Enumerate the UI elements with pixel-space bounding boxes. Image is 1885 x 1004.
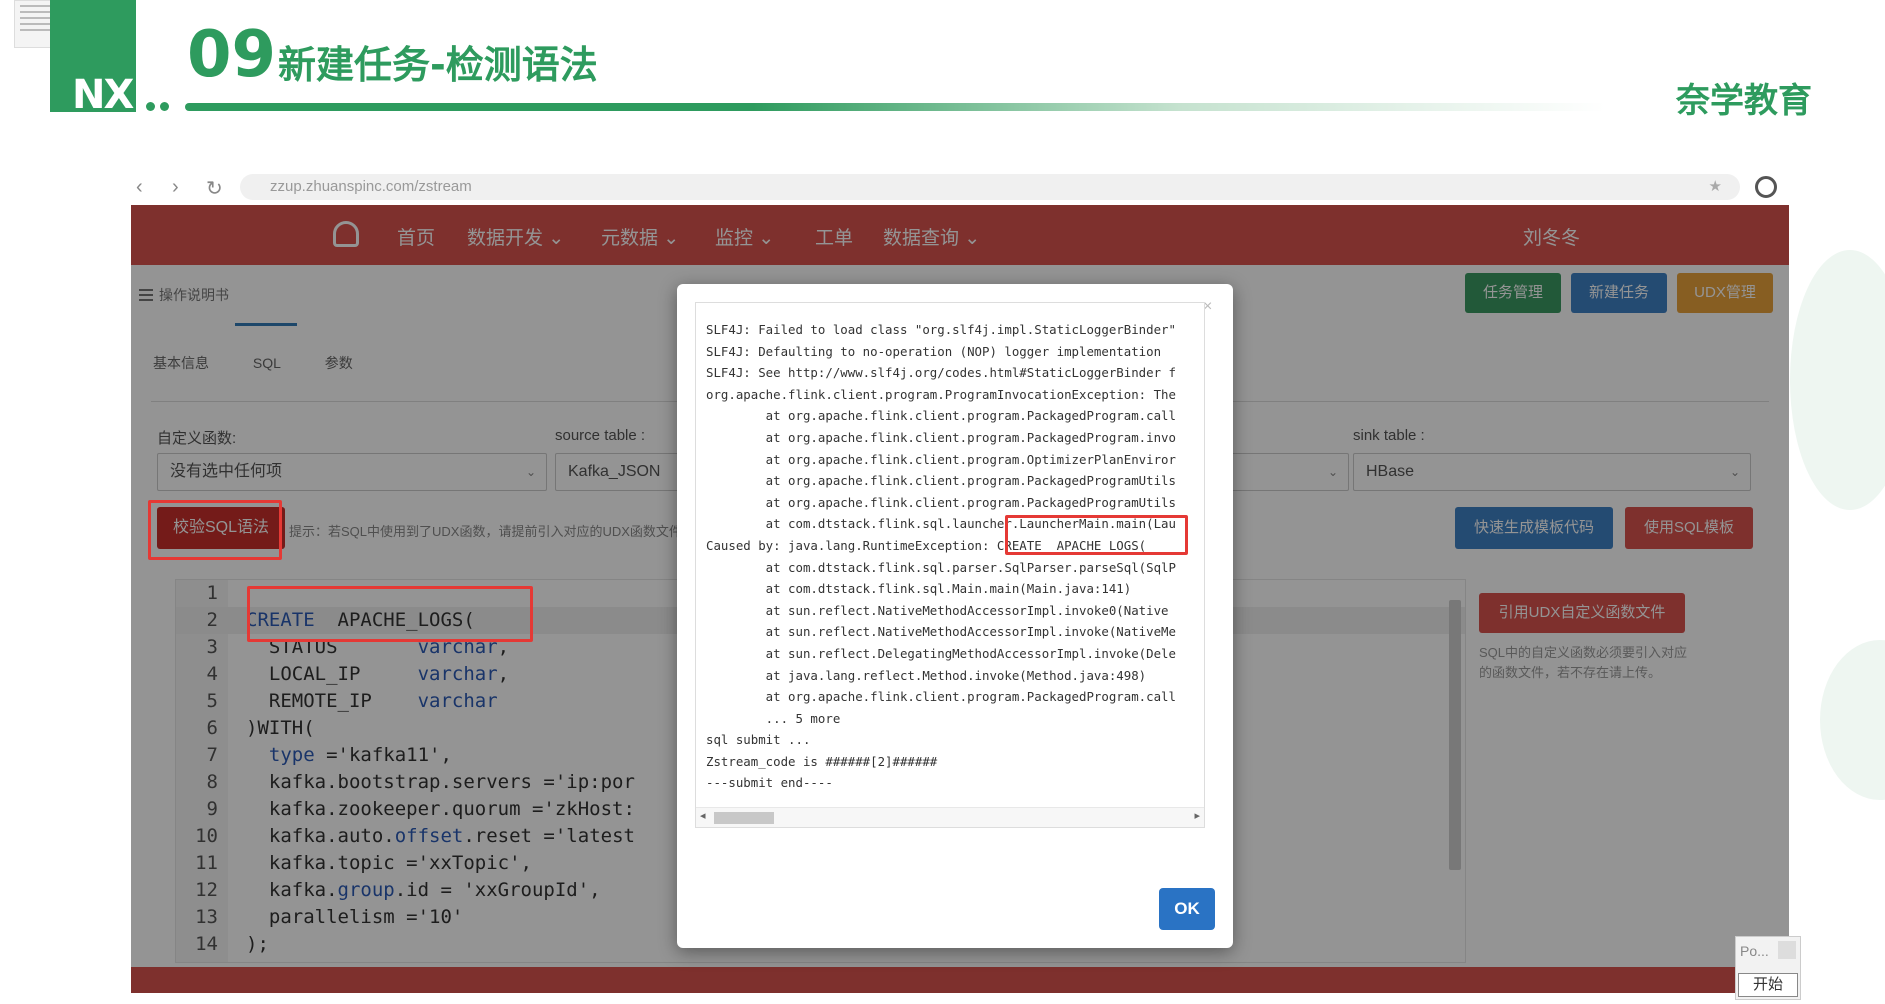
header-underline	[185, 103, 1605, 111]
ok-button[interactable]: OK	[1159, 888, 1215, 930]
logo-dots	[146, 98, 182, 111]
slide: { "slide": { "number": "09", "title": "新…	[0, 0, 1885, 1004]
back-arrow-icon[interactable]: ‹	[136, 176, 143, 199]
log-line: SLF4J: See http://www.slf4j.org/codes.ht…	[706, 365, 1176, 381]
log-line: at com.dtstack.flink.sql.parser.SqlParse…	[706, 559, 1176, 575]
slide-title: 新建任务-检测语法	[278, 43, 598, 87]
log-line: at sun.reflect.NativeMethodAccessorImpl.…	[706, 602, 1169, 618]
widget-square-icon[interactable]	[1778, 941, 1796, 959]
log-line: at sun.reflect.NativeMethodAccessorImpl.…	[706, 624, 1176, 640]
brand-logo: 奈学教育	[1676, 81, 1812, 121]
log-line: org.apache.flink.client.program.ProgramI…	[706, 386, 1176, 402]
log-line: at org.apache.flink.client.program.Packa…	[706, 473, 1176, 489]
widget-label: Po...	[1740, 943, 1769, 959]
log-line: at org.apache.flink.client.program.Optim…	[706, 451, 1176, 467]
log-line: at java.lang.reflect.Method.invoke(Metho…	[706, 667, 1147, 683]
bookmark-star-icon[interactable]: ★	[1709, 174, 1722, 200]
log-line: ... 5 more	[706, 710, 841, 726]
decorative-shape	[1790, 250, 1885, 510]
decorative-shape	[1820, 640, 1885, 800]
scroll-thumb[interactable]	[714, 812, 774, 824]
log-line: SLF4J: Failed to load class "org.slf4j.i…	[706, 322, 1176, 337]
log-line: at org.apache.flink.client.program.Packa…	[706, 689, 1176, 705]
result-dialog: × SLF4J: Failed to load class "org.slf4j…	[677, 284, 1233, 948]
scroll-left-icon[interactable]: ◂	[700, 809, 706, 822]
log-line: Zstream_code is ######[2]######	[706, 753, 938, 769]
scroll-right-icon[interactable]: ▸	[1194, 809, 1200, 822]
profile-icon[interactable]	[1755, 176, 1777, 198]
url-text: zzup.zhuanspinc.com/zstream	[270, 178, 472, 195]
forward-arrow-icon[interactable]: ›	[172, 176, 179, 199]
log-line: ---submit end----	[706, 775, 833, 791]
logo-text: NX	[72, 72, 134, 118]
address-bar[interactable]: zzup.zhuanspinc.com/zstream ★	[240, 174, 1740, 200]
log-horizontal-scrollbar[interactable]: ◂ ▸	[696, 807, 1204, 827]
annotation-box-error	[1005, 515, 1188, 555]
log-line: at org.apache.flink.client.program.Packa…	[706, 429, 1176, 445]
log-lines: SLF4J: Failed to load class "org.slf4j.i…	[706, 319, 1200, 794]
annotation-box-validate	[148, 500, 282, 560]
floating-widget: Po... 开始	[1735, 936, 1801, 1000]
log-line: sql submit ...	[706, 732, 811, 748]
log-line: at com.dtstack.flink.sql.Main.main(Main.…	[706, 581, 1132, 597]
log-line: at org.apache.flink.client.program.Packa…	[706, 408, 1176, 424]
log-line: at sun.reflect.DelegatingMethodAccessorI…	[706, 645, 1176, 661]
browser-toolbar: ‹ › ↻ zzup.zhuanspinc.com/zstream ★	[130, 172, 1790, 204]
slide-number: 09	[187, 18, 277, 92]
reload-icon[interactable]: ↻	[206, 176, 223, 201]
annotation-box-create	[247, 586, 533, 642]
start-button[interactable]: 开始	[1738, 973, 1798, 997]
log-line: SLF4J: Defaulting to no-operation (NOP) …	[706, 343, 1162, 359]
log-line: at org.apache.flink.client.program.Packa…	[706, 494, 1176, 510]
log-output[interactable]: SLF4J: Failed to load class "org.slf4j.i…	[695, 302, 1205, 828]
